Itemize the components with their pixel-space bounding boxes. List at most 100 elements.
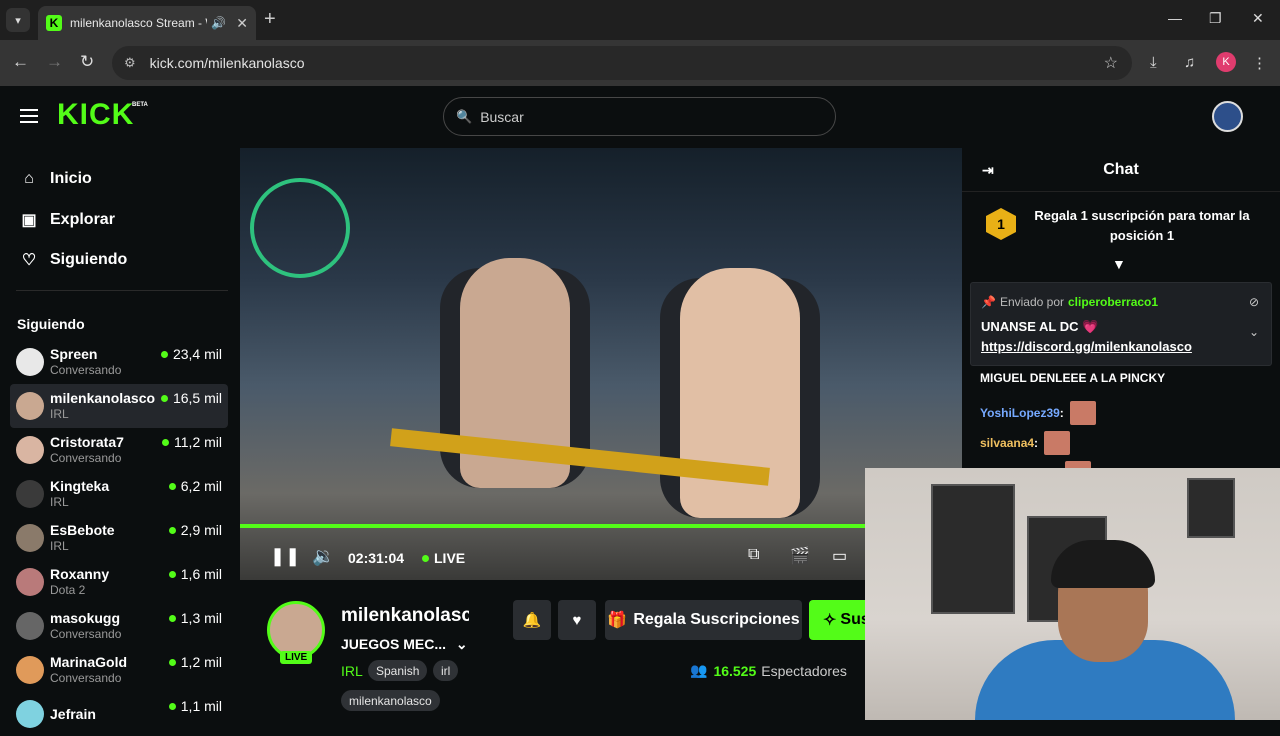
streamer-avatar (16, 656, 44, 684)
heart-icon: ♡ (21, 252, 37, 269)
streamer-viewer-count: 6,2 mil (180, 478, 222, 494)
following-heading: Siguiendo (17, 316, 85, 332)
nav-explorar[interactable]: ▣ Explorar (18, 210, 115, 230)
theater-mode-icon[interactable]: ▭ (832, 546, 847, 566)
menu-icon[interactable] (20, 109, 38, 123)
following-item[interactable]: Roxanny Dota 2 1,6 mil (10, 560, 228, 604)
chat-username[interactable]: YoshiLopez39 (980, 406, 1060, 420)
pause-icon[interactable]: ❚❚ (270, 546, 300, 567)
tab-title: milenkanolasco Stream - W (70, 16, 208, 30)
close-tab-icon[interactable]: ✕ (236, 15, 248, 32)
tag-milenkanolasco[interactable]: milenkanolasco (341, 690, 440, 711)
gift-icon: 🎁 (607, 612, 628, 629)
gift-subs-button[interactable]: 🎁 Regala Suscripciones (605, 600, 802, 640)
streamer-viewer-count: 23,4 mil (172, 346, 222, 362)
following-item[interactable]: Cristorata7 Conversando 11,2 mil (10, 428, 228, 472)
gift-prompt: Regala 1 suscripción para tomar la posic… (1034, 208, 1250, 243)
streamer-viewers: 11,2 mil (162, 434, 222, 450)
rank-badge: 1 (986, 208, 1016, 240)
chevron-down-icon[interactable]: ⌄ (1249, 325, 1259, 339)
pinned-username[interactable]: cliperoberraco1 (1068, 295, 1158, 309)
new-tab-button[interactable]: + (264, 8, 276, 31)
live-dot (160, 350, 168, 358)
following-item[interactable]: Spreen Conversando 23,4 mil (10, 340, 228, 384)
nav-inicio[interactable]: ⌂ Inicio (18, 170, 92, 188)
pinned-meta: 📌 Enviado por cliperoberraco1 (981, 295, 1158, 309)
live-dot (168, 702, 176, 710)
following-item[interactable]: masokugg Conversando 1,3 mil (10, 604, 228, 648)
browser-tab-active[interactable]: K milenkanolasco Stream - W 🔊 ✕ (38, 6, 256, 40)
home-icon: ⌂ (24, 170, 34, 187)
address-bar[interactable]: ⚙ kick.com/milenkanolasco ☆ (112, 46, 1132, 80)
stream-video-frame (240, 148, 962, 580)
browser-tab-strip: ▾ K milenkanolasco Stream - W 🔊 ✕ + — ❐ … (0, 0, 1280, 40)
expand-leaderboard-icon[interactable]: ▼ (1112, 256, 1126, 272)
tab-search-button[interactable]: ▾ (6, 8, 30, 32)
kick-logo[interactable]: KICK (57, 98, 134, 132)
tag-irl[interactable]: irl (433, 660, 459, 681)
maximize-icon[interactable]: ❐ (1209, 10, 1222, 27)
nav-siguiendo[interactable]: ♡ Siguiendo (18, 250, 128, 270)
stream-title[interactable]: JUEGOS MEC... ⌄ (341, 636, 468, 653)
sparkle-icon: ✧ (823, 612, 837, 629)
streamer-avatar (16, 480, 44, 508)
search-box[interactable]: 🔍 (443, 97, 836, 136)
chat-title: Chat (1103, 160, 1139, 178)
following-item[interactable]: EsBebote IRL 2,9 mil (10, 516, 228, 560)
chat-header: ⇥ Chat (962, 148, 1280, 192)
chevron-down-icon[interactable]: ⌄ (456, 636, 468, 652)
following-item[interactable]: Jefrain 1,1 mil (10, 692, 228, 736)
minimize-icon[interactable]: — (1168, 10, 1182, 26)
clip-icon[interactable]: 🎬 (790, 546, 810, 566)
close-window-icon[interactable]: ✕ (1252, 10, 1264, 27)
pinned-message: 📌 Enviado por cliperoberraco1 UNANSE AL DC… (970, 282, 1272, 366)
streamer-category: Conversando (50, 627, 122, 641)
streamer-viewers: 1,2 mil (168, 654, 222, 670)
chat-username[interactable]: silvaana4 (980, 436, 1034, 450)
following-item[interactable]: milenkanolasco IRL 16,5 mil (10, 384, 228, 428)
browser-menu-icon[interactable]: ⋮ (1252, 54, 1267, 72)
follow-heart-button[interactable]: ♥ (558, 600, 596, 640)
miniplayer-icon[interactable]: ⧉ (748, 546, 759, 564)
volume-icon[interactable]: 🔉 (312, 546, 334, 567)
streamer-category: Conversando (50, 451, 122, 465)
nav-explorar-label: Explorar (50, 211, 115, 228)
streamer-category: IRL (50, 407, 69, 421)
pinned-link[interactable]: https://discord.gg/milenkanolasco (981, 339, 1192, 354)
video-player[interactable]: ❚❚ 🔉 02:31:04 LIVE ⧉ 🎬 ▭ (240, 148, 962, 580)
speaker-icon[interactable]: 🔊 (211, 16, 226, 30)
channel-name[interactable]: milenkanolasco (341, 605, 469, 627)
back-icon[interactable]: ← (12, 52, 29, 72)
bookmark-star-icon[interactable]: ☆ (1104, 53, 1118, 73)
stream-title-text: JUEGOS MEC... (341, 636, 447, 652)
media-control-icon[interactable]: ♫ (1184, 54, 1195, 71)
browser-profile-avatar[interactable]: K (1216, 52, 1236, 72)
player-controls: ❚❚ 🔉 02:31:04 LIVE ⧉ 🎬 ▭ (240, 540, 962, 574)
streamer-avatar (16, 568, 44, 596)
tag-spanish[interactable]: Spanish (368, 660, 428, 681)
reload-icon[interactable]: ↻ (80, 52, 94, 72)
gift-subs-label: Regala Suscripciones (633, 611, 800, 628)
live-dot (160, 394, 168, 402)
download-icon[interactable]: ⤓ (1150, 54, 1157, 71)
category-link[interactable]: IRL (341, 663, 363, 679)
collapse-chat-icon[interactable]: ⇥ (982, 162, 994, 179)
notification-bell-button[interactable]: 🔔 (513, 600, 551, 640)
chat-text: : (1034, 436, 1039, 450)
chat-message: michelsantro: (980, 461, 1091, 468)
user-avatar[interactable] (1212, 101, 1243, 132)
following-item[interactable]: MarinaGold Conversando 1,2 mil (10, 648, 228, 692)
site-info-icon[interactable]: ⚙ (124, 55, 136, 71)
forward-icon[interactable]: → (46, 52, 63, 72)
hide-pin-icon[interactable]: ⊘ (1249, 295, 1259, 309)
streamer-viewers: 1,6 mil (168, 566, 222, 582)
viewer-label: Espectadores (761, 662, 847, 679)
progress-bar[interactable] (240, 524, 962, 528)
search-input[interactable] (480, 108, 811, 125)
gift-leaderboard[interactable]: 1 Regala 1 suscripción para tomar la pos… (962, 192, 1280, 266)
subscribe-button[interactable]: ✧Suscribirse (809, 600, 869, 640)
live-indicator[interactable]: LIVE (422, 550, 465, 566)
streamer-category: Conversando (50, 363, 122, 377)
streamer-avatar (16, 612, 44, 640)
following-item[interactable]: Kingteka IRL 6,2 mil (10, 472, 228, 516)
